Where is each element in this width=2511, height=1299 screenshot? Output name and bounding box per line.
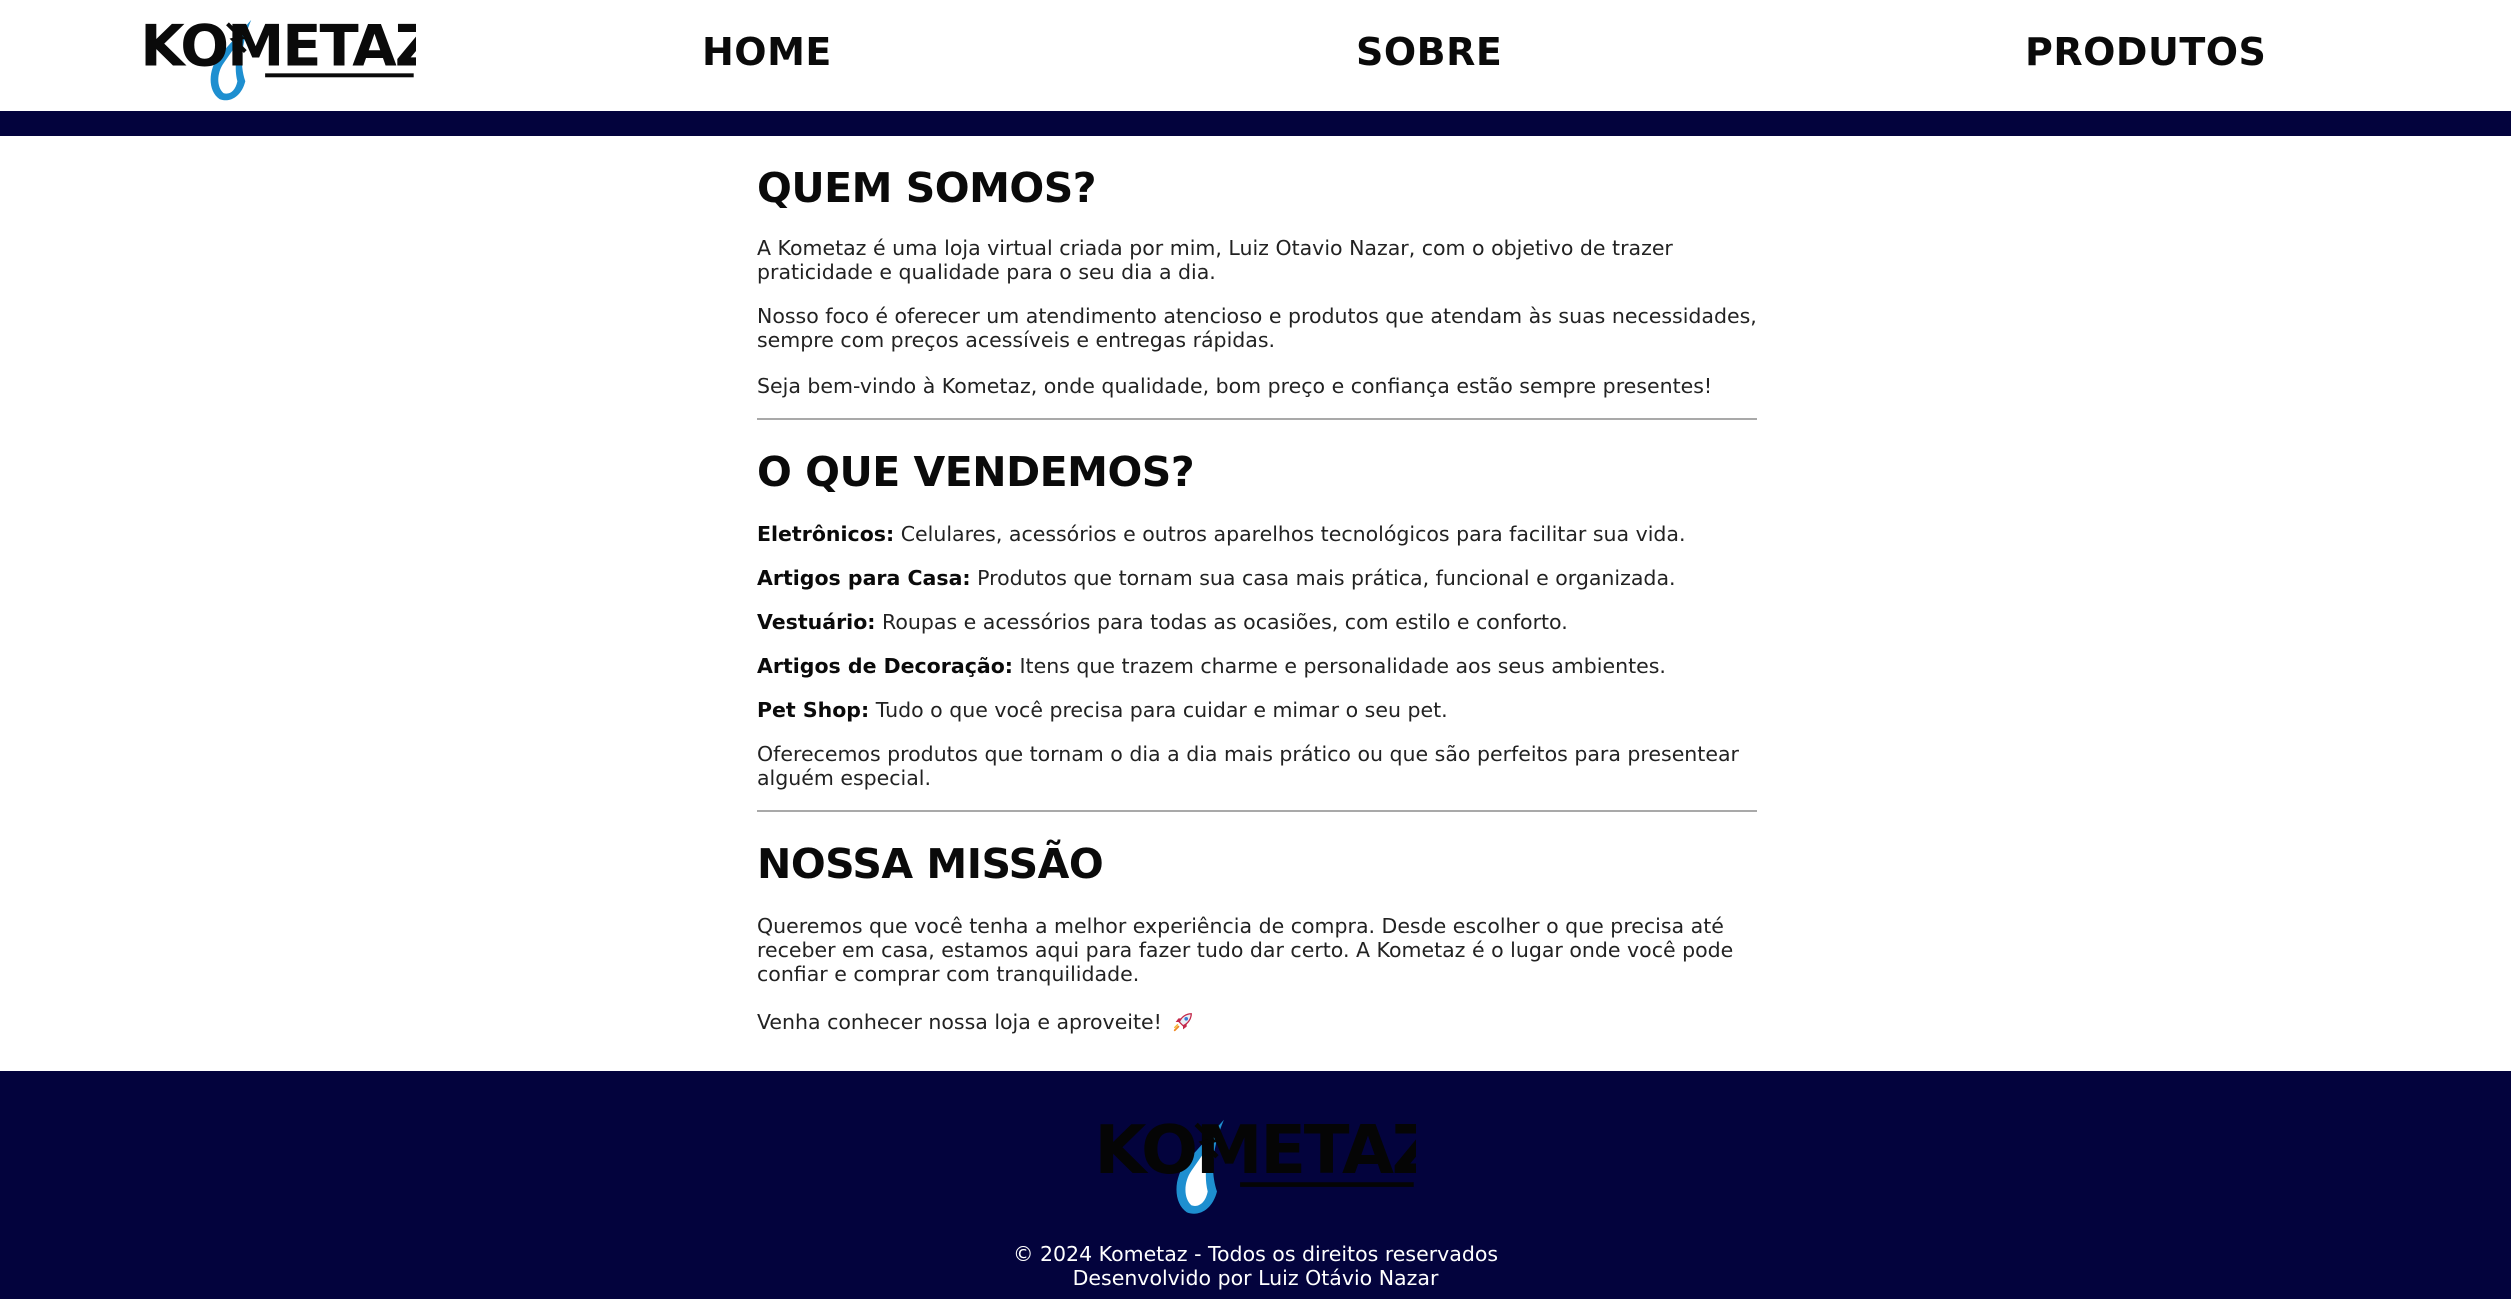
product-category: Vestuário: Roupas e acessórios para toda… [757,610,1757,634]
product-category: Artigos para Casa: Produtos que tornam s… [757,566,1757,590]
kometaz-logo-graphic: KOMETAZ [1094,1111,1416,1214]
sales-title: O QUE VENDEMOS? [757,448,1195,496]
footer-credit: Desenvolvido por Luiz Otávio Nazar [1072,1266,1439,1290]
category-description: Tudo o que você precisa para cuidar e mi… [869,698,1448,722]
footer-copyright: © 2024 Kometaz - Todos os direitos reser… [1012,1242,1499,1266]
nav-home[interactable]: HOME [702,30,832,74]
category-label: Vestuário: [757,610,876,634]
rocket-icon [1174,1013,1193,1032]
category-label: Artigos para Casa: [757,566,971,590]
kometaz-logo[interactable]: KOMETAZ [138,4,416,108]
header-accent-bar [0,111,2511,136]
mission-title: NOSSA MISSÃO [757,840,1104,888]
product-category: Pet Shop: Tudo o que você precisa para c… [757,698,1757,722]
about-paragraph: Seja bem-vindo à Kometaz, onde qualidade… [757,374,1713,398]
svg-text:KOMETAZ: KOMETAZ [140,12,416,79]
product-category: Eletrônicos: Celulares, acessórios e out… [757,522,1757,546]
mission-paragraph: Queremos que você tenha a melhor experiê… [757,914,1734,986]
section-divider [757,418,1757,420]
about-paragraph: A Kometaz é uma loja virtual criada por … [757,236,1673,284]
category-description: Celulares, acessórios e outros aparelhos… [894,522,1686,546]
category-description: Produtos que tornam sua casa mais prátic… [970,566,1676,590]
mission-closing-text: Venha conhecer nossa loja e aproveite! [757,1010,1162,1034]
section-divider [757,810,1757,812]
category-description: Roupas e acessórios para todas as ocasiõ… [875,610,1568,634]
site-header: KOMETAZ HOME SOBRE PRODUTOS [0,0,2511,111]
category-label: Artigos de Decoração: [757,654,1013,678]
category-description: Itens que trazem charme e personalidade … [1012,654,1666,678]
site-footer: KOMETAZ © 2024 Kometaz - Todos os direit… [0,1071,2511,1299]
about-title: QUEM SOMOS? [757,164,1097,212]
category-label: Pet Shop: [757,698,870,722]
nav-produtos[interactable]: PRODUTOS [2025,30,2266,74]
nav-sobre[interactable]: SOBRE [1356,30,1502,74]
kometaz-logo-graphic: KOMETAZ [140,12,416,101]
mission-closing: Venha conhecer nossa loja e aproveite! [757,1010,1757,1034]
category-label: Eletrônicos: [757,522,895,546]
about-paragraph: Nosso foco é oferecer um atendimento ate… [757,304,1757,352]
main-content: QUEM SOMOS? A Kometaz é uma loja virtual… [757,136,1757,1071]
footer-kometaz-logo[interactable]: KOMETAZ [1092,1101,1416,1223]
svg-text:KOMETAZ: KOMETAZ [1094,1111,1416,1189]
product-category: Artigos de Decoração: Itens que trazem c… [757,654,1757,678]
sales-closing: Oferecemos produtos que tornam o dia a d… [757,742,1739,790]
